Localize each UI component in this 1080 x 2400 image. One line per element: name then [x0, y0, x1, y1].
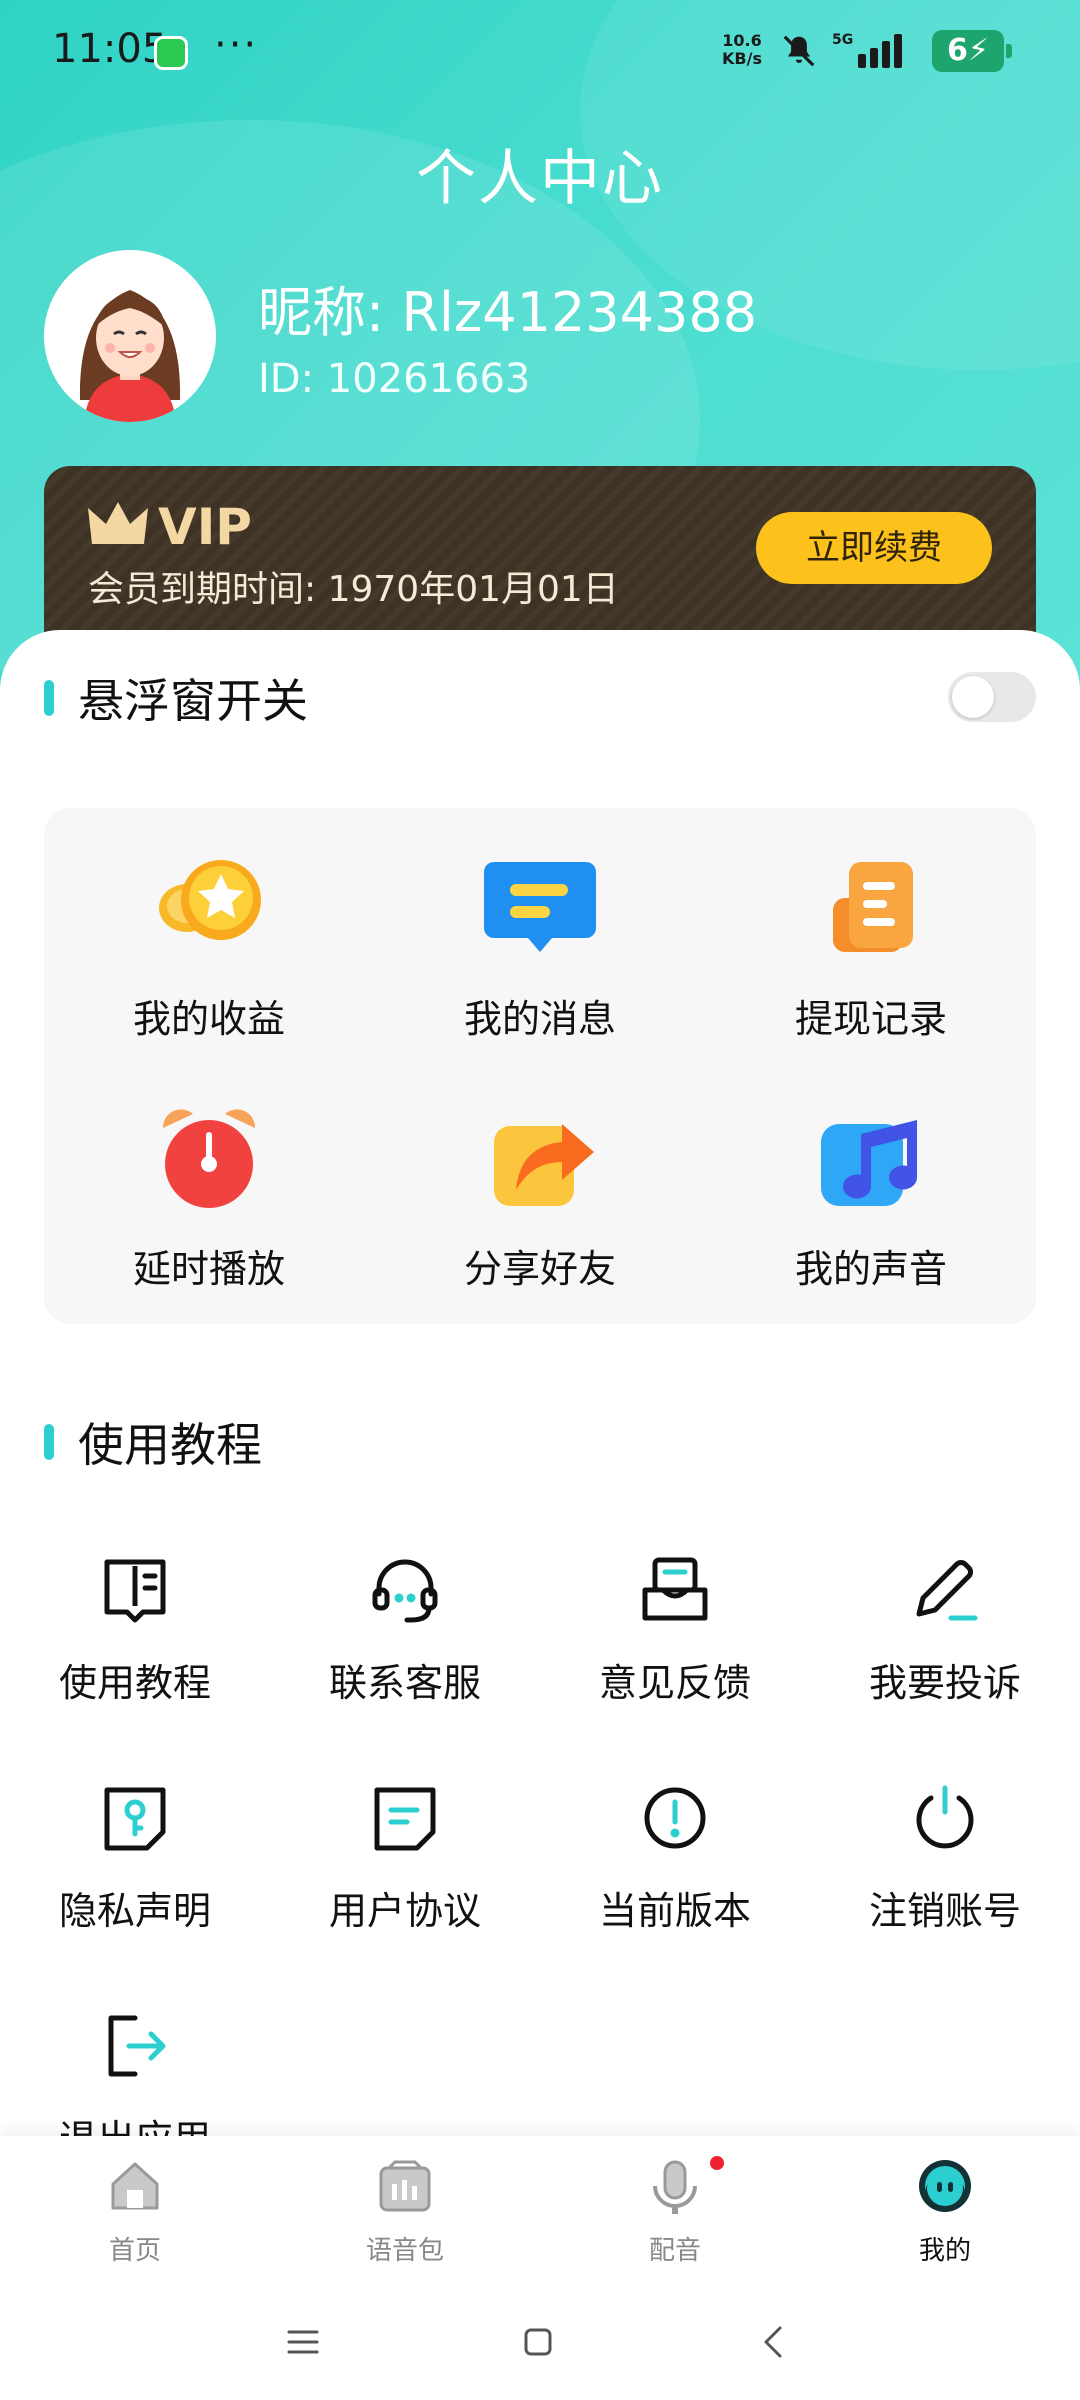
- tab-voice-pack[interactable]: 语音包: [270, 2146, 540, 2286]
- voice-pack-icon: [379, 2160, 431, 2212]
- bottom-tab-bar: 首页 语音包 配音 我的: [0, 2136, 1080, 2286]
- avatar[interactable]: [44, 250, 216, 422]
- coins-icon: [159, 860, 261, 940]
- nickname: 昵称: Rlz41234388: [258, 281, 758, 344]
- tool-label: 使用教程: [58, 1661, 211, 1705]
- home-icon: [111, 2162, 159, 2210]
- feature-my-messages[interactable]: 我的消息: [375, 838, 705, 1058]
- tab-label: 语音包: [365, 2236, 444, 2266]
- tool-label: 当前版本: [598, 1889, 751, 1933]
- feature-label: 我的收益: [132, 997, 285, 1041]
- tool-label: 联系客服: [328, 1661, 481, 1705]
- bell-muted-icon: [783, 35, 815, 67]
- profile-face-icon: [919, 2160, 971, 2212]
- power-icon: [916, 1785, 974, 1849]
- vip-expire-text: 会员到期时间: 1970年01月01日: [88, 569, 619, 610]
- feature-my-voice[interactable]: 我的声音: [706, 1088, 1036, 1308]
- notification-badge: [708, 2154, 726, 2172]
- vip-crown-logo: VIP: [88, 498, 252, 554]
- tool-label: 隐私声明: [58, 1889, 211, 1933]
- document-icon: [374, 1787, 436, 1851]
- feature-label: 提现记录: [794, 997, 947, 1041]
- feature-label: 我的声音: [794, 1247, 947, 1291]
- feature-label: 分享好友: [463, 1247, 616, 1291]
- tool-label: 意见反馈: [598, 1661, 751, 1705]
- back-icon[interactable]: [744, 2312, 804, 2372]
- book-icon: [104, 1559, 166, 1623]
- tab-dubbing[interactable]: 配音: [540, 2146, 810, 2286]
- logout-icon: [108, 2015, 166, 2077]
- records-icon: [833, 862, 913, 952]
- tool-label: 注销账号: [868, 1889, 1021, 1933]
- feature-withdraw-records[interactable]: 提现记录: [706, 838, 1036, 1058]
- tool-cancel-account[interactable]: 注销账号: [810, 1780, 1080, 1980]
- wechat-notification-icon: [154, 36, 188, 70]
- system-nav-bar: [0, 2286, 1080, 2400]
- user-id: ID: 10261663: [258, 356, 531, 402]
- status-bar: 11:05 ··· 10.6 KB/s 5G 6⚡: [0, 0, 1080, 100]
- renew-button[interactable]: 立即续费: [756, 512, 992, 584]
- more-notifications-icon: ···: [214, 22, 259, 68]
- tab-label: 配音: [648, 2236, 701, 2266]
- tool-feedback[interactable]: 意见反馈: [540, 1552, 810, 1752]
- key-icon: [104, 1787, 166, 1851]
- alarm-clock-icon: [162, 1109, 256, 1208]
- tutorial-section: 使用教程: [44, 1412, 262, 1472]
- headset-icon: [372, 1559, 438, 1623]
- tool-current-version[interactable]: 当前版本: [540, 1780, 810, 1980]
- feature-label: 我的消息: [463, 997, 616, 1041]
- tab-mine[interactable]: 我的: [810, 2146, 1080, 2286]
- toggle-knob: [952, 676, 994, 718]
- info-icon: [644, 1787, 706, 1849]
- network-speed: 10.6 KB/s: [722, 31, 762, 68]
- tab-label: 我的: [918, 2236, 971, 2266]
- signal-icon: [858, 34, 902, 68]
- tool-label: 我要投诉: [868, 1661, 1021, 1705]
- section-accent-bar: [44, 1424, 54, 1460]
- section-accent-bar: [44, 680, 54, 716]
- svg-text:VIP: VIP: [158, 498, 252, 554]
- tool-tutorial[interactable]: 使用教程: [0, 1552, 270, 1752]
- feature-share-friends[interactable]: 分享好友: [375, 1088, 705, 1308]
- tool-contact-support[interactable]: 联系客服: [270, 1552, 540, 1752]
- features-card: 我的收益 我的消息 提现记录 延时播放 分享好友 我的声音: [44, 808, 1036, 1324]
- network-type: 5G: [832, 32, 854, 48]
- tab-label: 首页: [108, 2236, 161, 2266]
- feature-label: 延时播放: [132, 1247, 285, 1291]
- tab-home[interactable]: 首页: [0, 2146, 270, 2286]
- menu-icon[interactable]: [273, 2312, 333, 2372]
- tool-privacy[interactable]: 隐私声明: [0, 1780, 270, 1980]
- floating-window-label: 悬浮窗开关: [78, 674, 308, 728]
- music-note-icon: [821, 1120, 917, 1206]
- feedback-inbox-icon: [642, 1557, 708, 1621]
- feature-my-earnings[interactable]: 我的收益: [44, 838, 374, 1058]
- tool-user-agreement[interactable]: 用户协议: [270, 1780, 540, 1980]
- home-square-icon[interactable]: [508, 2312, 568, 2372]
- message-icon: [484, 862, 596, 952]
- feature-delay-play[interactable]: 延时播放: [44, 1088, 374, 1308]
- page-title: 个人中心: [416, 144, 664, 214]
- share-icon: [494, 1124, 594, 1206]
- battery-icon: 6⚡: [932, 30, 1012, 72]
- avatar-girl-icon: [44, 250, 216, 422]
- tool-label: 用户协议: [328, 1889, 481, 1933]
- floating-window-toggle[interactable]: [948, 672, 1036, 722]
- tutorial-section-title: 使用教程: [78, 1418, 262, 1472]
- floating-window-section: 悬浮窗开关: [44, 668, 308, 728]
- tool-complaint[interactable]: 我要投诉: [810, 1552, 1080, 1752]
- status-time: 11:05: [52, 26, 168, 72]
- microphone-icon: [653, 2160, 697, 2214]
- pencil-icon: [916, 1560, 978, 1621]
